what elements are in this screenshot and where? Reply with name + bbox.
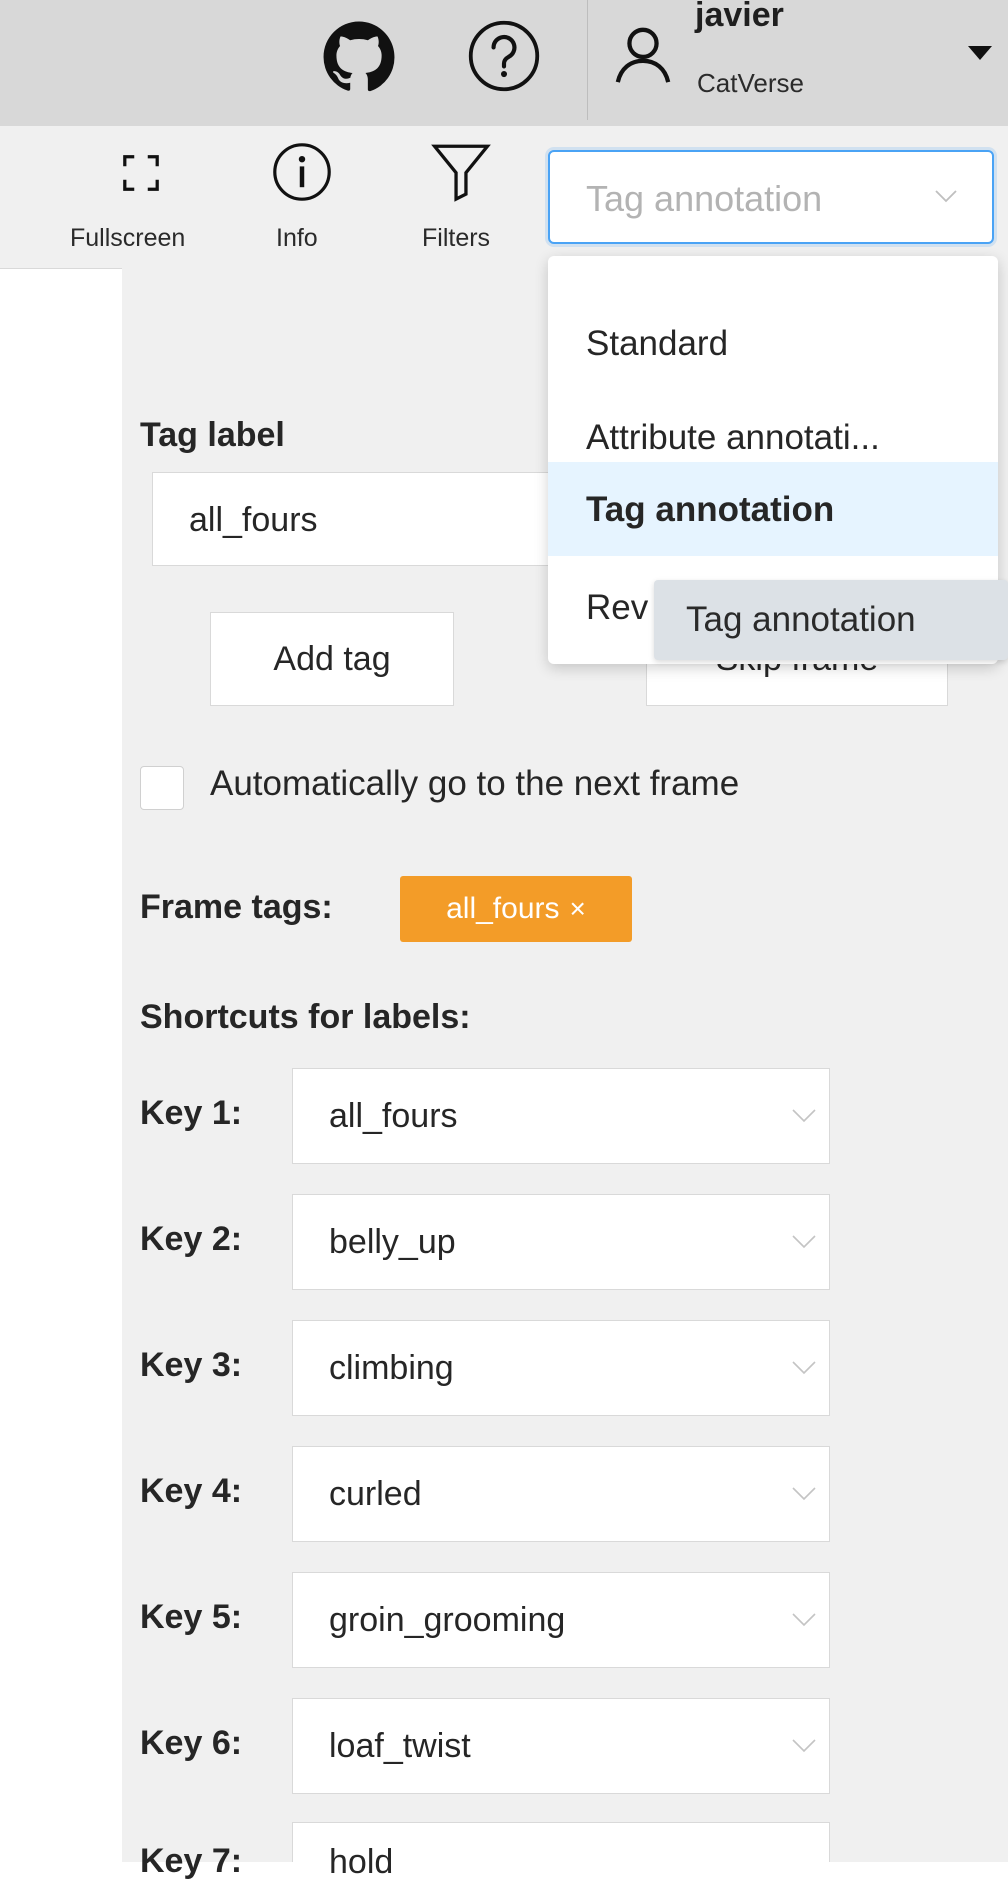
mode-option-standard[interactable]: Standard [548, 296, 998, 390]
close-icon[interactable]: × [570, 893, 586, 925]
shortcut-value: hold [329, 1843, 394, 1881]
shortcut-select[interactable]: groin_grooming [292, 1572, 830, 1668]
shortcut-value: climbing [329, 1349, 454, 1387]
mode-select-value: Tag annotation [586, 178, 823, 219]
caret-down-icon[interactable] [968, 46, 992, 60]
shortcut-select[interactable]: climbing [292, 1320, 830, 1416]
shortcut-select[interactable]: hold [292, 1822, 830, 1881]
info-button[interactable]: Info [262, 126, 350, 268]
shortcut-key-label: Key 4: [140, 1472, 243, 1510]
chevron-down-icon [792, 1739, 816, 1753]
fullscreen-label: Fullscreen [70, 224, 186, 252]
frame-tag-label: all_fours [446, 892, 560, 925]
chevron-down-icon [792, 1109, 816, 1123]
shortcut-key-label: Key 2: [140, 1220, 243, 1258]
tooltip: Tag annotation [654, 580, 1008, 660]
mode-option-label: Standard [586, 324, 729, 363]
chevron-down-icon [792, 1613, 816, 1627]
user-organization[interactable]: CatVerse [697, 68, 804, 99]
info-icon [273, 143, 331, 201]
shortcut-key-label: Key 1: [140, 1094, 243, 1132]
fullscreen-icon [123, 155, 159, 191]
auto-next-label[interactable]: Automatically go to the next frame [210, 764, 739, 804]
chevron-down-icon [792, 1235, 816, 1249]
add-tag-button[interactable]: Add tag [210, 612, 454, 706]
auto-next-checkbox[interactable] [140, 766, 184, 810]
shortcut-select[interactable]: curled [292, 1446, 830, 1542]
shortcut-value: loaf_twist [329, 1727, 471, 1765]
shortcut-key-label: Key 6: [140, 1724, 243, 1762]
tag-label-value: all_fours [189, 501, 318, 539]
fullscreen-button[interactable]: Fullscreen [60, 126, 230, 268]
shortcut-select[interactable]: loaf_twist [292, 1698, 830, 1794]
user-name[interactable]: javier [695, 0, 784, 35]
shortcuts-title: Shortcuts for labels: [140, 998, 471, 1036]
filter-icon [431, 144, 491, 202]
shortcut-value: groin_grooming [329, 1601, 566, 1639]
mode-option-label: Rev [586, 588, 649, 627]
help-circle-icon[interactable] [466, 18, 542, 94]
shortcut-key-label: Key 3: [140, 1346, 243, 1384]
chevron-down-icon [792, 1487, 816, 1501]
tooltip-text: Tag annotation [686, 600, 916, 639]
tag-label-title: Tag label [140, 416, 285, 454]
shortcut-select[interactable]: belly_up [292, 1194, 830, 1290]
info-label: Info [276, 224, 318, 252]
top-header: javier CatVerse [0, 0, 1008, 126]
chevron-down-icon [935, 190, 957, 203]
shortcut-value: curled [329, 1475, 422, 1513]
shortcut-select[interactable]: all_fours [292, 1068, 830, 1164]
github-icon[interactable] [322, 20, 396, 94]
mode-option-tag[interactable]: Tag annotation [548, 462, 998, 556]
mode-option-label: Attribute annotati... [586, 418, 880, 457]
shortcut-key-label: Key 5: [140, 1598, 243, 1636]
frame-tags-title: Frame tags: [140, 888, 333, 926]
mode-option-label: Tag annotation [586, 490, 835, 529]
shortcut-value: belly_up [329, 1223, 456, 1261]
chevron-down-icon [792, 1361, 816, 1375]
header-divider [587, 0, 588, 120]
shortcut-value: all_fours [329, 1097, 458, 1135]
annotation-mode-select[interactable]: Tag annotation [548, 150, 994, 244]
filters-button[interactable]: Filters [418, 126, 518, 268]
filters-label: Filters [422, 224, 491, 252]
user-icon[interactable] [612, 24, 674, 86]
frame-tag-chip[interactable]: all_fours × [400, 876, 632, 942]
